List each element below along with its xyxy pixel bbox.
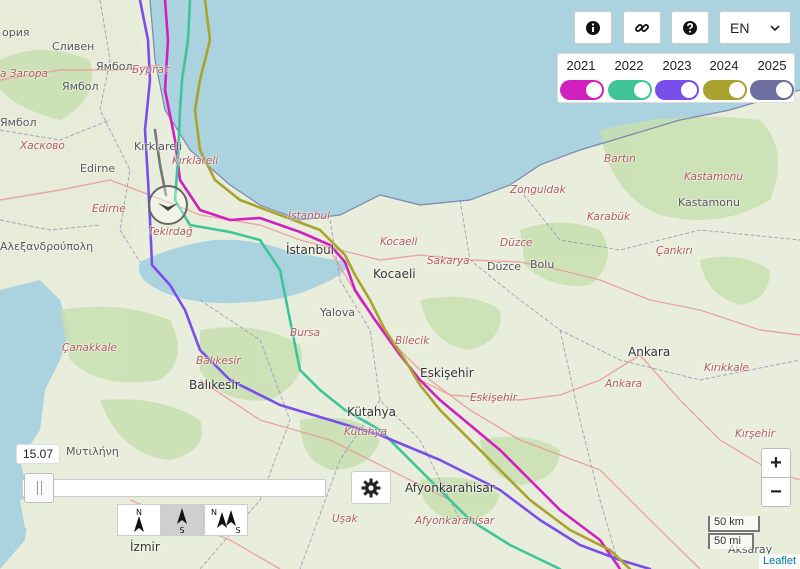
south-up-button[interactable]: S <box>160 504 204 536</box>
north-south-arrow-icon: N S <box>211 508 241 534</box>
scale-km: 50 km <box>708 516 760 532</box>
grip-line <box>37 481 38 495</box>
time-slider-handle[interactable] <box>24 473 54 503</box>
link-icon <box>635 23 649 32</box>
help-button[interactable] <box>671 11 709 44</box>
svg-text:S: S <box>235 526 240 534</box>
language-select[interactable]: EN <box>719 11 791 44</box>
language-value: EN <box>730 19 750 36</box>
svg-text:S: S <box>179 526 184 534</box>
year-toggle-panel: 2021 2022 2023 2024 2025 <box>557 53 795 103</box>
year-label-2022: 2022 <box>614 58 644 73</box>
year-label-2025: 2025 <box>757 58 787 73</box>
toggle-knob <box>776 82 792 98</box>
svg-text:N: N <box>211 508 217 517</box>
toggle-2021[interactable] <box>560 80 604 100</box>
time-slider-track[interactable] <box>22 479 326 497</box>
north-arrow-icon: N <box>134 508 144 532</box>
toggle-2024[interactable] <box>703 80 747 100</box>
toggle-2025[interactable] <box>750 80 794 100</box>
info-icon <box>586 20 600 35</box>
question-icon <box>683 20 697 35</box>
grip-line <box>41 481 42 495</box>
chevron-down-icon <box>770 24 780 31</box>
attribution-link[interactable]: Leaflet <box>758 554 800 569</box>
toggle-knob <box>586 82 602 98</box>
north-up-button[interactable]: N <box>117 504 161 536</box>
info-button[interactable] <box>574 11 612 44</box>
scale-mi: 50 mi <box>708 533 754 549</box>
toggle-2023[interactable] <box>655 80 699 100</box>
current-position-marker[interactable] <box>148 185 188 225</box>
toggle-2022[interactable] <box>608 80 652 100</box>
toggle-knob <box>681 82 697 98</box>
south-arrow-icon: S <box>177 508 187 534</box>
toggle-knob <box>634 82 650 98</box>
toggle-knob <box>729 82 745 98</box>
time-slider-value: 15.07 <box>16 444 60 464</box>
zoom-in-button[interactable]: + <box>761 448 791 478</box>
settings-button[interactable] <box>351 471 391 504</box>
north-south-button[interactable]: N S <box>204 504 248 536</box>
year-label-2023: 2023 <box>662 58 692 73</box>
year-label-2024: 2024 <box>709 58 739 73</box>
plane-icon <box>158 203 178 211</box>
gear-icon <box>361 478 381 497</box>
share-link-button[interactable] <box>623 11 661 44</box>
zoom-out-button[interactable]: − <box>761 477 791 507</box>
svg-text:N: N <box>136 508 142 517</box>
year-label-2021: 2021 <box>566 58 596 73</box>
